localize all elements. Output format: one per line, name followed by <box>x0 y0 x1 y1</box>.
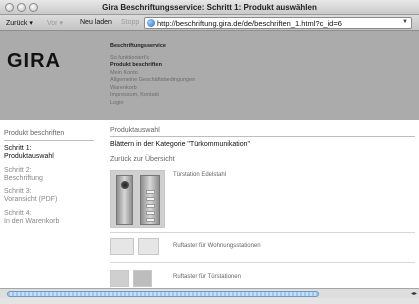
address-bar[interactable]: http://beschriftung.gira.de/de/beschrift… <box>144 17 412 29</box>
category-heading: Blättern in der Kategorie "Türkommunikat… <box>110 141 250 148</box>
step-label: Schritt 3: <box>4 188 32 195</box>
nav-heading: Beschriftungsservice <box>110 43 166 49</box>
step-label: Schritt 1: <box>4 145 32 152</box>
door-station-button-panel <box>140 175 160 225</box>
step-name: In den Warenkorb <box>4 218 60 225</box>
browser-toolbar: Zurück ▾ Vor ▾ Neu laden Stopp http://be… <box>0 15 419 31</box>
main-content: Produktauswahl Blättern in der Kategorie… <box>105 120 419 288</box>
camera-lens-icon <box>121 181 129 189</box>
bell-button-graphic <box>146 204 155 208</box>
product-label-tuerstation[interactable]: Türstation Edelstahl <box>173 172 226 178</box>
chevron-down-icon[interactable]: ▼ <box>402 19 408 25</box>
nav-item-impressum[interactable]: Impressum, Kontakt <box>110 92 195 100</box>
nav-item-mein-konto[interactable]: Mein Konto <box>110 70 195 78</box>
site-header: GIRA Beschriftungsservice So funktionier… <box>0 31 419 120</box>
step-sidebar: Produkt beschriften Schritt 1: Produktau… <box>0 120 99 288</box>
horizontal-scrollbar[interactable]: ◂▸ <box>0 288 419 298</box>
bell-button-graphic <box>146 197 155 201</box>
bell-button-graphic <box>146 211 155 215</box>
main-heading: Produktauswahl <box>110 127 160 134</box>
window-title: Gira Beschriftungsservice: Schritt 1: Pr… <box>102 3 317 12</box>
product-image-tuerstation[interactable] <box>110 170 165 228</box>
globe-icon <box>147 19 155 27</box>
main-divider <box>110 136 415 137</box>
back-button[interactable]: Zurück ▾ <box>6 19 33 27</box>
nav-item-login[interactable]: Login <box>110 100 195 108</box>
step-beschriftung[interactable]: Schritt 2: Beschriftung <box>4 167 96 183</box>
nav-item-agb[interactable]: Allgemeine Geschäftsbedingungen <box>110 77 195 85</box>
url-text: http://beschriftung.gira.de/de/beschrift… <box>157 19 342 28</box>
sidebar-divider <box>4 140 94 141</box>
window-titlebar: Gira Beschriftungsservice: Schritt 1: Pr… <box>0 0 419 15</box>
step-name: Voransicht (PDF) <box>4 196 58 203</box>
step-label: Schritt 4: <box>4 210 32 217</box>
nav-item-produkt-beschriften[interactable]: Produkt beschriften <box>110 62 195 70</box>
nav-item-warenkorb[interactable]: Warenkorb <box>110 85 195 93</box>
header-navigation: Beschriftungsservice So funktioniert's P… <box>110 43 195 107</box>
step-name: Beschriftung <box>4 175 43 182</box>
step-label: Schritt 2: <box>4 167 32 174</box>
product-label-ruftaster-tuer[interactable]: Ruftaster für Türstationen <box>173 274 241 280</box>
product-image-ruftaster-wohnung-alt[interactable] <box>138 238 159 255</box>
product-image-ruftaster-tuer-alt[interactable] <box>133 270 152 287</box>
gira-logo[interactable]: GIRA <box>7 50 61 73</box>
scrollbar-thumb[interactable] <box>7 291 319 297</box>
reload-button[interactable]: Neu laden <box>80 19 112 26</box>
stop-button[interactable]: Stopp <box>121 19 139 26</box>
step-name: Produktauswahl <box>4 153 54 160</box>
step-voransicht[interactable]: Schritt 3: Voransicht (PDF) <box>4 188 96 204</box>
scroll-arrows-icon[interactable]: ◂▸ <box>411 290 417 297</box>
bell-button-graphic <box>146 218 155 222</box>
product-label-ruftaster-wohnung[interactable]: Ruftaster für Wohnungsstationen <box>173 243 261 249</box>
back-to-overview-link[interactable]: Zurück zur Übersicht <box>110 156 175 163</box>
bell-button-graphic <box>146 190 155 194</box>
sidebar-heading: Produkt beschriften <box>4 130 65 137</box>
product-image-ruftaster-wohnung[interactable] <box>110 238 134 255</box>
step-produktauswahl[interactable]: Schritt 1: Produktauswahl <box>4 145 96 161</box>
status-bar <box>0 298 419 304</box>
nav-item-so-funktionierts[interactable]: So funktioniert's <box>110 55 195 63</box>
forward-button[interactable]: Vor ▾ <box>47 19 63 27</box>
step-warenkorb[interactable]: Schritt 4: In den Warenkorb <box>4 210 96 226</box>
product-divider <box>110 232 415 233</box>
product-divider <box>110 262 415 263</box>
product-image-ruftaster-tuer[interactable] <box>110 270 129 287</box>
door-station-camera-panel <box>116 175 133 225</box>
